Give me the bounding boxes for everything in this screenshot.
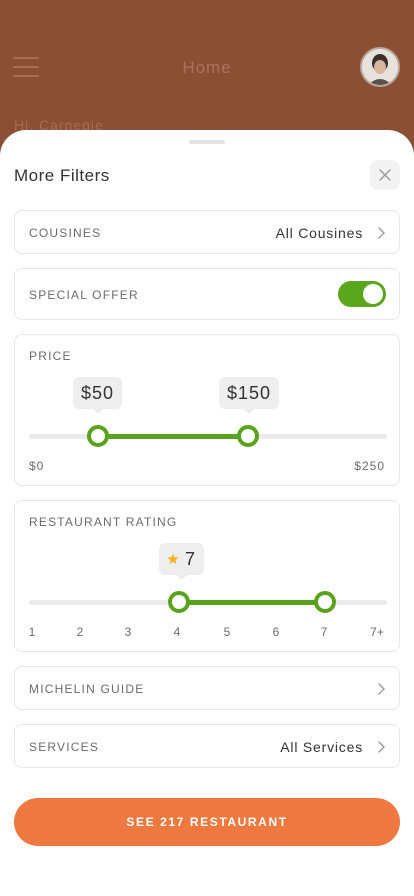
price-slider-track[interactable] — [29, 434, 387, 439]
rating-tick: 6 — [272, 625, 280, 639]
price-filter-card: PRICE $50 $150 $0 $250 — [14, 334, 400, 486]
rating-tick: 1 — [28, 625, 36, 639]
services-label: SERVICES — [29, 740, 100, 754]
price-label: PRICE — [29, 349, 72, 363]
special-offer-toggle[interactable] — [338, 281, 386, 307]
sheet-drag-handle[interactable] — [189, 140, 225, 144]
price-low-value: $50 — [81, 382, 115, 403]
services-filter-row[interactable]: SERVICES All Services — [14, 724, 400, 768]
page-title: Home — [182, 58, 232, 77]
close-icon — [379, 169, 391, 181]
rating-bubble: 7 — [159, 543, 205, 580]
rating-filter-card: RESTAURANT RATING 7 1 2 3 4 5 6 7 7+ — [14, 500, 400, 652]
rating-slider-fill — [179, 600, 325, 605]
price-low-thumb[interactable] — [87, 425, 109, 447]
chevron-right-icon — [378, 683, 385, 695]
price-slider-fill — [98, 434, 248, 439]
close-button[interactable] — [370, 160, 400, 190]
rating-tick: 3 — [124, 625, 132, 639]
rating-tick: 5 — [223, 625, 231, 639]
toggle-knob — [363, 284, 383, 304]
filter-sheet: More Filters COUSINES All Cousines SPECI… — [0, 130, 414, 896]
michelin-guide-row[interactable]: MICHELIN GUIDE — [14, 666, 400, 710]
price-high-value: $150 — [227, 382, 272, 403]
michelin-label: MICHELIN GUIDE — [29, 682, 145, 696]
rating-high-thumb[interactable] — [314, 591, 336, 613]
price-max-label: $250 — [354, 459, 385, 473]
avatar[interactable] — [360, 47, 400, 87]
rating-tick: 2 — [76, 625, 84, 639]
special-offer-row: SPECIAL OFFER — [14, 268, 400, 320]
rating-label: RESTAURANT RATING — [29, 515, 178, 529]
sheet-title: More Filters — [14, 166, 110, 185]
chevron-right-icon — [378, 227, 385, 239]
rating-tick: 7 — [320, 625, 328, 639]
star-icon — [167, 553, 179, 564]
price-min-label: $0 — [29, 459, 45, 473]
services-value: All Services — [280, 739, 363, 755]
price-low-bubble: $50 — [73, 377, 123, 414]
special-offer-label: SPECIAL OFFER — [29, 288, 139, 302]
price-high-bubble: $150 — [219, 377, 280, 414]
rating-low-thumb[interactable] — [168, 591, 190, 613]
rating-tick: 4 — [173, 625, 181, 639]
see-restaurants-button[interactable]: SEE 217 RESTAURANT — [14, 798, 400, 846]
cousines-value: All Cousines — [275, 225, 363, 241]
chevron-right-icon — [378, 741, 385, 753]
rating-tick: 7+ — [370, 625, 384, 639]
rating-bubble-value: 7 — [185, 548, 197, 569]
cousines-filter-row[interactable]: COUSINES All Cousines — [14, 210, 400, 254]
price-high-thumb[interactable] — [237, 425, 259, 447]
cousines-label: COUSINES — [29, 226, 102, 240]
